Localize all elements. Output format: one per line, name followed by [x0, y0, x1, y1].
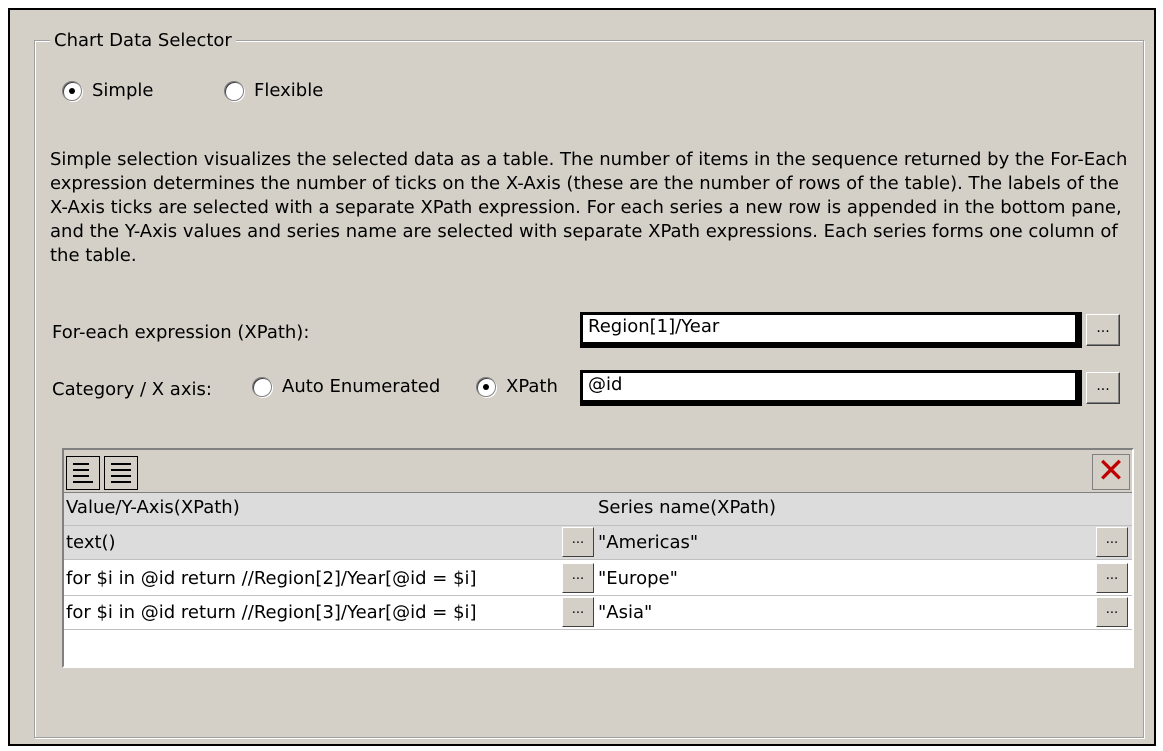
- mode-simple-option[interactable]: Simple: [62, 80, 153, 101]
- xpath-radio[interactable]: [476, 376, 496, 397]
- description-text: Simple selection visualizes the selected…: [50, 149, 1128, 266]
- series-browse-button[interactable]: ...: [1096, 563, 1128, 593]
- table-row[interactable]: for $i in @id return //Region[2]/Year[@i…: [64, 562, 1132, 596]
- column-header-series: Series name(XPath): [598, 497, 777, 518]
- column-header-value: Value/Y-Axis(XPath): [66, 497, 240, 518]
- value-browse-button[interactable]: ...: [562, 527, 594, 557]
- series-cell[interactable]: "Americas": [598, 526, 698, 559]
- category-xpath-input[interactable]: @id: [580, 370, 1082, 406]
- simple-label: Simple: [92, 80, 154, 101]
- category-label: Category / X axis:: [52, 379, 212, 400]
- table-row[interactable]: text() ... "Americas" ...: [64, 526, 1132, 560]
- insert-row-icon[interactable]: [104, 456, 138, 490]
- series-table: ✕ Value/Y-Axis(XPath) Series name(XPath)…: [62, 448, 1134, 668]
- value-cell[interactable]: for $i in @id return //Region[2]/Year[@i…: [66, 562, 477, 595]
- value-cell[interactable]: for $i in @id return //Region[3]/Year[@i…: [66, 596, 477, 629]
- series-cell[interactable]: "Europe": [598, 562, 678, 595]
- table-header: Value/Y-Axis(XPath) Series name(XPath): [64, 493, 1132, 526]
- table-row[interactable]: for $i in @id return //Region[3]/Year[@i…: [64, 596, 1132, 630]
- category-auto-option[interactable]: Auto Enumerated: [252, 376, 440, 397]
- value-browse-button[interactable]: ...: [562, 563, 594, 593]
- category-xpath-option[interactable]: XPath: [476, 376, 558, 397]
- xpath-label: XPath: [506, 376, 558, 397]
- category-browse-button[interactable]: ...: [1086, 372, 1120, 404]
- for-each-input[interactable]: Region[1]/Year: [580, 312, 1082, 348]
- value-browse-button[interactable]: ...: [562, 597, 594, 627]
- auto-enumerated-label: Auto Enumerated: [282, 376, 441, 397]
- auto-enumerated-radio[interactable]: [252, 376, 272, 397]
- for-each-label: For-each expression (XPath):: [52, 322, 310, 343]
- flexible-radio[interactable]: [224, 80, 244, 101]
- series-cell[interactable]: "Asia": [598, 596, 652, 629]
- x-icon: ✕: [1096, 451, 1126, 491]
- delete-row-button[interactable]: ✕: [1092, 454, 1130, 490]
- series-browse-button[interactable]: ...: [1096, 527, 1128, 557]
- value-cell[interactable]: text(): [66, 526, 116, 559]
- flexible-label: Flexible: [254, 80, 324, 101]
- series-browse-button[interactable]: ...: [1096, 597, 1128, 627]
- group-title: Chart Data Selector: [50, 30, 236, 51]
- chart-data-selector-panel: Chart Data Selector Simple Flexible Simp…: [8, 8, 1156, 746]
- append-row-icon[interactable]: [66, 456, 100, 490]
- for-each-browse-button[interactable]: ...: [1086, 314, 1120, 346]
- simple-radio[interactable]: [62, 80, 82, 101]
- series-toolbar: ✕: [64, 450, 1132, 493]
- mode-flexible-option[interactable]: Flexible: [224, 80, 323, 101]
